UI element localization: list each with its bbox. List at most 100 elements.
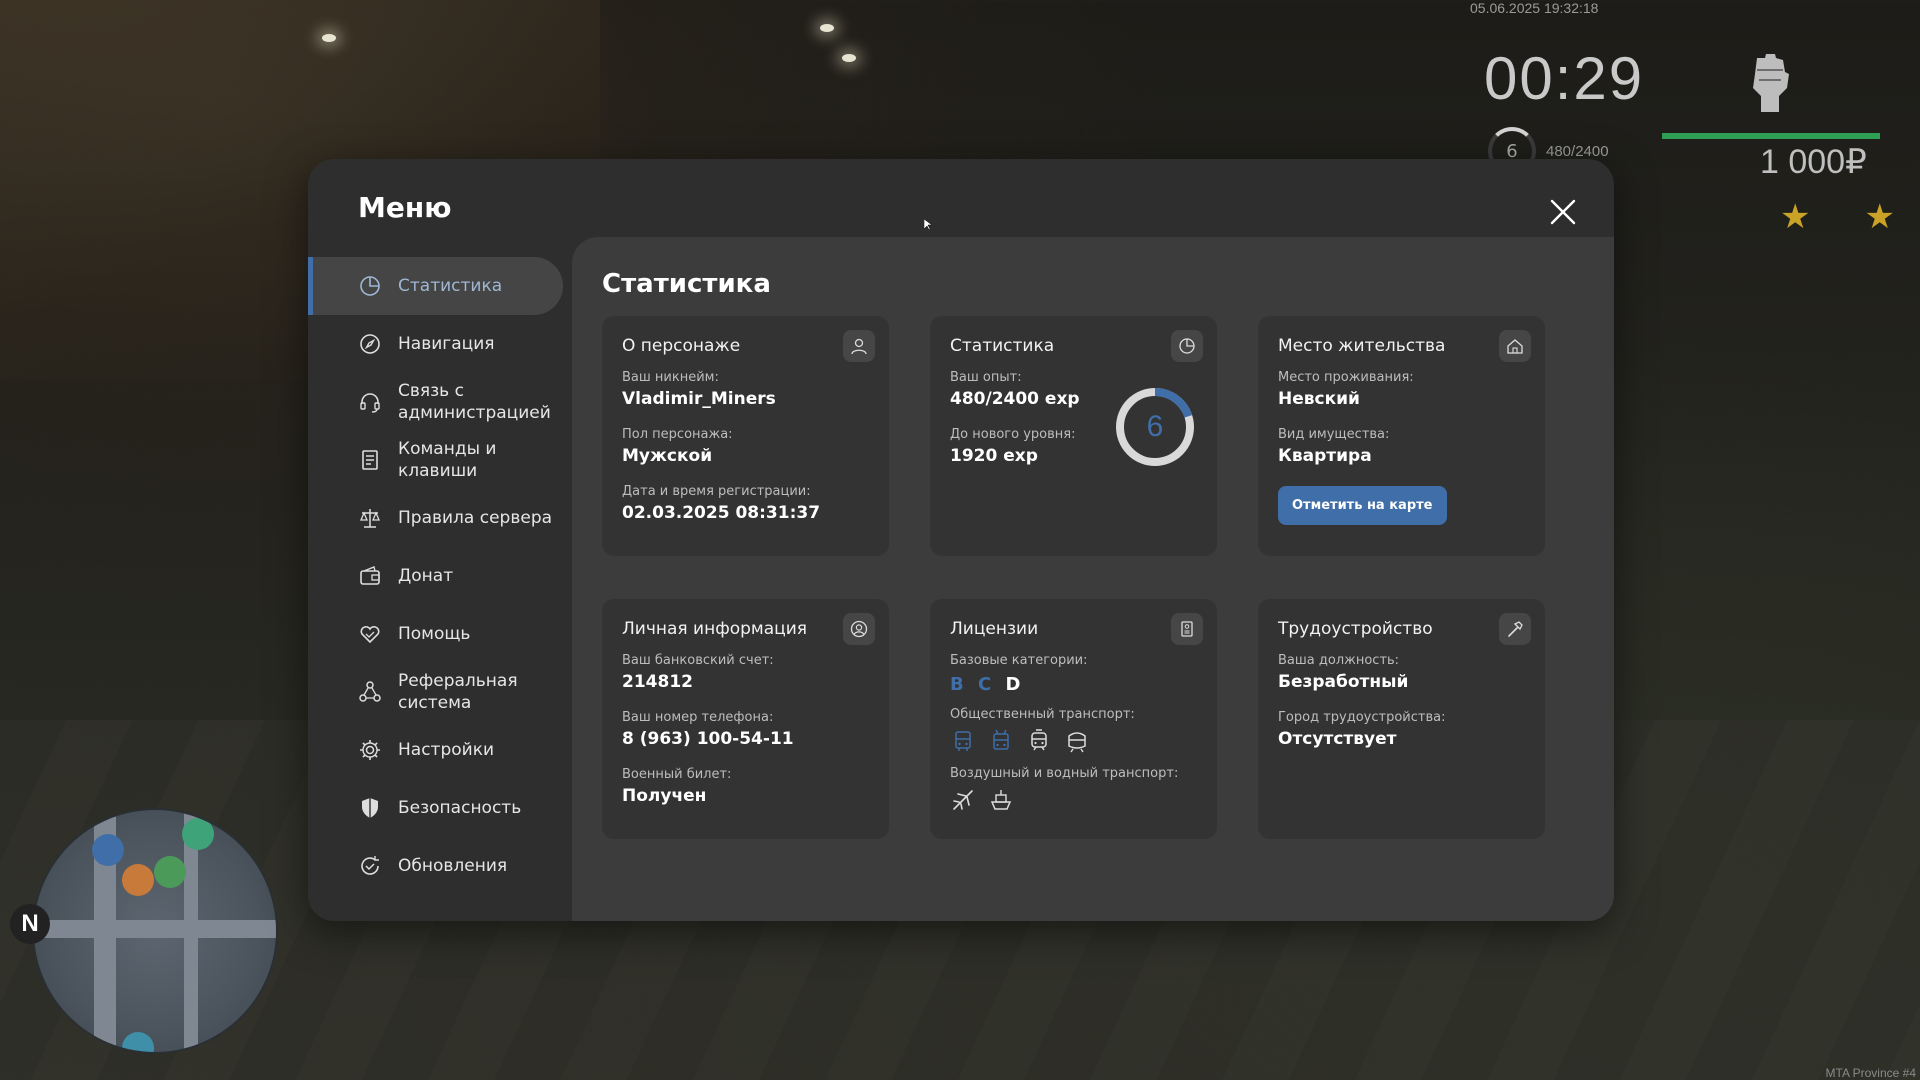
card-title: Место жительства xyxy=(1278,336,1446,356)
hud-health-bar xyxy=(1662,133,1880,139)
street-lamp xyxy=(322,34,336,42)
property-type-label: Вид имущества: xyxy=(1278,427,1390,442)
tram-icon xyxy=(1026,728,1052,754)
menu-title: Меню xyxy=(358,191,452,224)
card-title: Статистика xyxy=(950,336,1055,356)
level-progress-ring: 6 xyxy=(1114,386,1196,468)
nickname-label: Ваш никнейм: xyxy=(622,370,719,385)
sidebar-item-referral[interactable]: Реферальная система xyxy=(308,663,574,721)
card-personal-info: Личная информация Ваш банковский счет: 2… xyxy=(602,599,889,839)
pie-chart-icon xyxy=(1171,330,1203,362)
phone-value: 8 (963) 100-54-11 xyxy=(622,729,794,749)
scales-icon xyxy=(358,506,382,530)
sidebar-item-label: Навигация xyxy=(398,334,495,354)
sidebar-item-label: Помощь xyxy=(398,624,471,644)
air-water-transport-label: Воздушный и водный транспорт: xyxy=(950,766,1179,781)
registration-value: 02.03.2025 08:31:37 xyxy=(622,503,821,523)
bank-account-label: Ваш банковский счет: xyxy=(622,653,774,668)
sidebar-item-label: Связь с администрацией xyxy=(398,381,551,423)
property-type-value: Квартира xyxy=(1278,446,1372,466)
referral-icon xyxy=(358,680,382,704)
minimap-blip-car xyxy=(122,1032,154,1052)
sidebar-item-label: Статистика xyxy=(398,276,503,296)
card-title: Личная информация xyxy=(622,619,808,639)
job-position-label: Ваша должность: xyxy=(1278,653,1400,668)
user-circle-icon xyxy=(843,613,875,645)
home-icon xyxy=(1499,330,1531,362)
sidebar-item-label: Команды и клавиши xyxy=(398,439,497,481)
gender-value: Мужской xyxy=(622,446,713,466)
close-icon xyxy=(1550,199,1576,225)
sidebar-item-navigation[interactable]: Навигация xyxy=(308,315,574,373)
sidebar-item-label: Правила сервера xyxy=(398,508,553,528)
phone-label: Ваш номер телефона: xyxy=(622,710,774,725)
ship-icon xyxy=(988,787,1014,813)
compass-icon xyxy=(358,332,382,356)
exp-label: Ваш опыт: xyxy=(950,370,1022,385)
wanted-stars: ★★ xyxy=(1780,197,1895,237)
document-icon xyxy=(358,448,382,472)
bus-icon xyxy=(950,728,976,754)
military-id-value: Получен xyxy=(622,786,707,806)
content-area: Статистика О персонаже Ваш никнейм: Vlad… xyxy=(572,237,1614,921)
nickname-value: Vladimir_Miners xyxy=(622,389,776,409)
street-lamp xyxy=(842,54,856,62)
hud-datetime: 05.06.2025 19:32:18 xyxy=(1470,0,1599,16)
bank-account-value: 214812 xyxy=(622,672,693,692)
card-title: Лицензии xyxy=(950,619,1039,639)
public-transport-label: Общественный транспорт: xyxy=(950,707,1135,722)
minimap-blip-shop xyxy=(122,864,154,896)
mark-on-map-button[interactable]: Отметить на карте xyxy=(1278,486,1447,525)
license-icon xyxy=(1171,613,1203,645)
minimap-north: N xyxy=(10,904,50,944)
sidebar-item-donate[interactable]: Донат xyxy=(308,547,574,605)
card-title: Трудоустройство xyxy=(1278,619,1433,639)
public-transport-icons xyxy=(950,728,1197,754)
page-title: Статистика xyxy=(602,269,771,299)
employment-city-value: Отсутствует xyxy=(1278,729,1397,749)
sidebar: Статистика Навигация Связь с администрац… xyxy=(308,257,574,895)
license-categories: B C D xyxy=(950,674,1197,695)
hammer-icon xyxy=(1499,613,1531,645)
level-number: 6 xyxy=(1146,410,1164,443)
sidebar-item-label: Реферальная система xyxy=(398,671,518,713)
sidebar-item-admin-contact[interactable]: Связь с администрацией xyxy=(308,373,574,431)
user-icon xyxy=(843,330,875,362)
mouse-cursor xyxy=(924,219,932,231)
hud-exp: 480/2400 xyxy=(1546,143,1609,160)
gear-icon xyxy=(358,738,382,762)
minimap-road xyxy=(34,920,276,938)
minimap xyxy=(32,808,278,1054)
hud-money: 1 000₽ xyxy=(1760,143,1867,181)
airplane-icon xyxy=(950,787,976,813)
sidebar-item-security[interactable]: Безопасность xyxy=(308,779,574,837)
wallet-icon xyxy=(358,564,382,588)
residence-place-label: Место проживания: xyxy=(1278,370,1414,385)
sidebar-item-statistics[interactable]: Статистика xyxy=(308,257,563,315)
license-category-b: B xyxy=(950,674,964,695)
shield-icon xyxy=(358,796,382,820)
metro-icon xyxy=(1064,728,1090,754)
sidebar-item-label: Безопасность xyxy=(398,798,522,818)
card-residence: Место жительства Место проживания: Невск… xyxy=(1258,316,1545,556)
sidebar-item-settings[interactable]: Настройки xyxy=(308,721,574,779)
sidebar-item-rules[interactable]: Правила сервера xyxy=(308,489,574,547)
headset-icon xyxy=(358,390,382,414)
minimap-blip-garage xyxy=(182,818,214,850)
sidebar-item-label: Донат xyxy=(398,566,454,586)
trolleybus-icon xyxy=(988,728,1014,754)
handshake-heart-icon xyxy=(358,622,382,646)
fist-icon xyxy=(1745,52,1795,114)
sidebar-item-label: Настройки xyxy=(398,740,495,760)
residence-place-value: Невский xyxy=(1278,389,1360,409)
hud-timer: 00:29 xyxy=(1484,45,1645,112)
air-water-transport-icons xyxy=(950,787,1197,813)
sidebar-item-commands[interactable]: Команды и клавиши xyxy=(308,431,574,489)
close-button[interactable] xyxy=(1546,195,1580,229)
sidebar-item-updates[interactable]: Обновления xyxy=(308,837,574,895)
server-brand: MTA Province #4 xyxy=(1825,1066,1916,1080)
sidebar-item-help[interactable]: Помощь xyxy=(308,605,574,663)
job-position-value: Безработный xyxy=(1278,672,1409,692)
card-statistics: Статистика Ваш опыт: 480/2400 exp До нов… xyxy=(930,316,1217,556)
gender-label: Пол персонажа: xyxy=(622,427,733,442)
